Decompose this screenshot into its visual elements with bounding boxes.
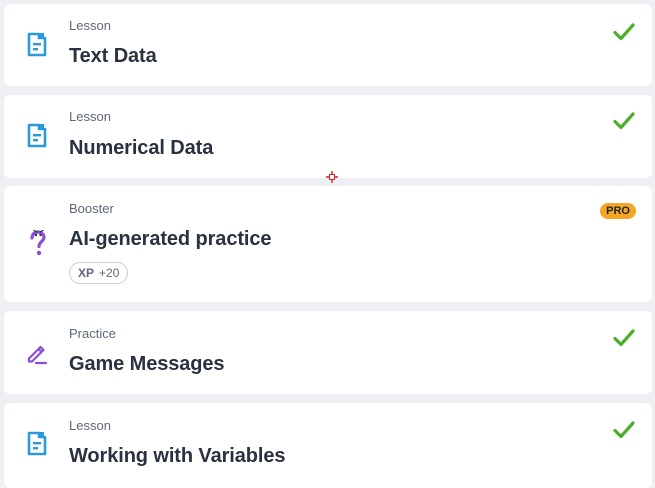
question-mark-icon bbox=[24, 229, 50, 256]
item-title: Working with Variables bbox=[69, 445, 286, 467]
lesson-card-text-data[interactable]: Lesson Text Data bbox=[4, 4, 652, 86]
check-icon bbox=[613, 421, 635, 439]
xp-label: XP bbox=[78, 266, 95, 280]
item-type-label: Lesson bbox=[69, 18, 111, 33]
crosshair-cursor-icon bbox=[326, 171, 338, 183]
booster-card-ai-practice[interactable]: Booster AI-generated practice PRO XP +20 bbox=[4, 186, 652, 302]
lesson-card-working-with-variables[interactable]: Lesson Working with Variables bbox=[4, 403, 652, 488]
item-title: Numerical Data bbox=[69, 137, 214, 159]
item-type-label: Practice bbox=[69, 326, 116, 341]
lesson-document-icon bbox=[24, 32, 50, 58]
item-title: Game Messages bbox=[69, 353, 225, 375]
item-type-label: Lesson bbox=[69, 418, 111, 433]
check-icon bbox=[613, 329, 635, 347]
lesson-card-numerical-data[interactable]: Lesson Numerical Data bbox=[4, 95, 652, 178]
item-title: AI-generated practice bbox=[69, 228, 272, 250]
check-icon bbox=[613, 23, 635, 41]
item-title: Text Data bbox=[69, 45, 157, 67]
lesson-document-icon bbox=[24, 123, 50, 149]
pencil-edit-icon bbox=[24, 340, 50, 366]
lesson-document-icon bbox=[24, 431, 50, 457]
item-type-label: Booster bbox=[69, 201, 114, 216]
check-icon bbox=[613, 112, 635, 130]
xp-reward-pill: XP +20 bbox=[69, 262, 129, 284]
xp-value: +20 bbox=[99, 266, 120, 280]
practice-card-game-messages[interactable]: Practice Game Messages bbox=[4, 311, 652, 394]
item-type-label: Lesson bbox=[69, 109, 111, 124]
pro-badge: PRO bbox=[600, 203, 636, 219]
